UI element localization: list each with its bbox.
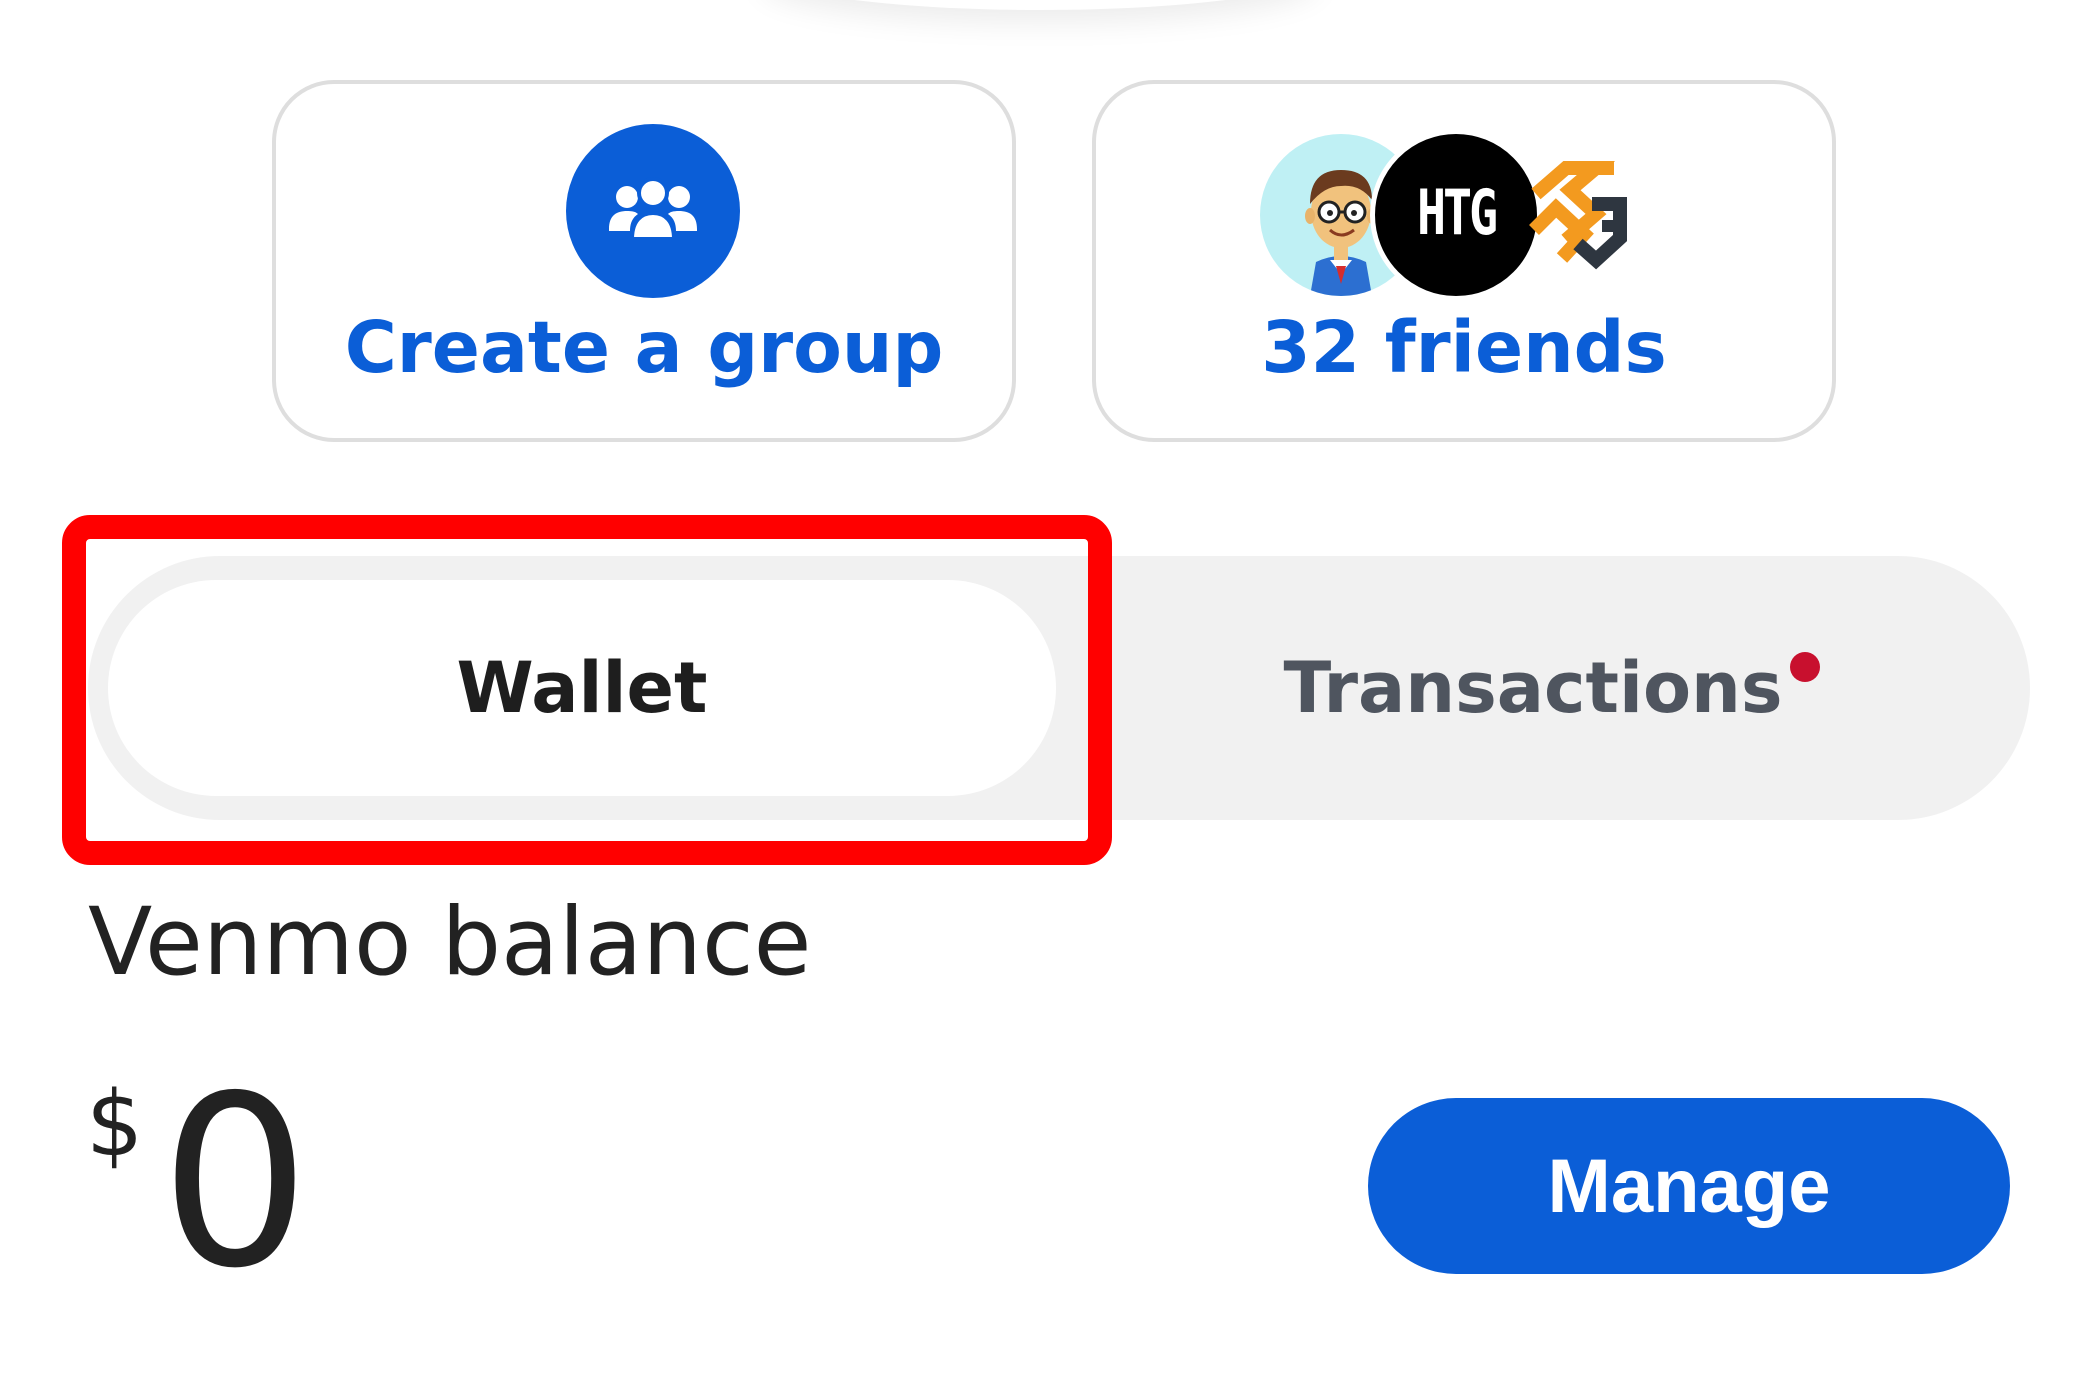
- tab-transactions-label: Transactions: [1283, 647, 1783, 729]
- manage-button[interactable]: Manage: [1368, 1098, 2010, 1274]
- balance-label: Venmo balance: [88, 888, 812, 997]
- create-group-label: Create a group: [344, 306, 944, 389]
- transactions-notification-dot: [1790, 652, 1820, 682]
- tab-wallet-label: Wallet: [456, 647, 708, 729]
- friends-card[interactable]: HTG 32 friends: [1092, 80, 1836, 442]
- tab-wallet[interactable]: Wallet: [108, 580, 1056, 796]
- friend-avatar-stack: HTG: [1260, 129, 1680, 301]
- wallet-transactions-tabs: Wallet Transactions: [88, 556, 2030, 820]
- group-icon: [566, 124, 740, 298]
- currency-symbol: $: [86, 1072, 144, 1177]
- top-edge-shadow: [760, 0, 1320, 10]
- create-group-card[interactable]: Create a group: [272, 80, 1016, 442]
- tab-transactions[interactable]: Transactions: [1108, 580, 1958, 796]
- htg-logo-icon: [1496, 134, 1658, 296]
- friends-count-label: 32 friends: [1261, 306, 1667, 389]
- balance-amount: 0: [160, 1045, 311, 1320]
